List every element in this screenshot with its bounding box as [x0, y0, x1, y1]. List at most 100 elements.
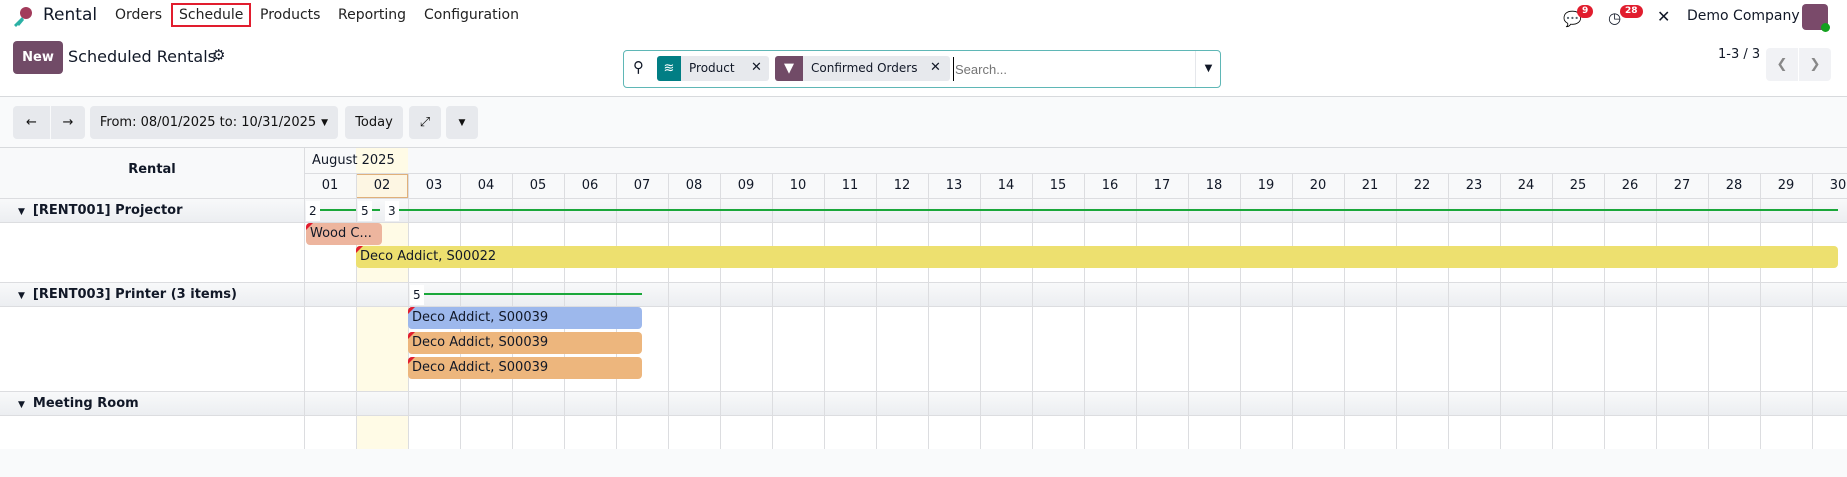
- group-row[interactable]: [0, 391, 1847, 416]
- row-header-title: Rental: [128, 162, 176, 177]
- day-header-02: 02: [373, 178, 391, 193]
- day-header-05: 05: [529, 178, 547, 193]
- day-header-09: 09: [737, 178, 755, 193]
- day-header-16: 16: [1101, 178, 1119, 193]
- day-header-17: 17: [1153, 178, 1171, 193]
- day-header-04: 04: [477, 178, 495, 193]
- grid-line: [356, 173, 357, 449]
- pager-next-button[interactable]: ❯: [1799, 48, 1831, 81]
- day-header-01: 01: [321, 178, 339, 193]
- grid-line: [824, 173, 825, 449]
- grid-line: [1032, 173, 1033, 449]
- rental-pill[interactable]: Deco Addict, S00039: [408, 307, 642, 329]
- availability-count: 3: [385, 201, 399, 221]
- search-options-toggle[interactable]: ▼: [1195, 51, 1221, 87]
- messages-badge: 9: [1577, 5, 1594, 18]
- day-header-08: 08: [685, 178, 703, 193]
- day-header-06: 06: [581, 178, 599, 193]
- grid-line: [980, 173, 981, 449]
- grid-line: [876, 173, 877, 449]
- pager-value[interactable]: 1-3 / 3: [1718, 47, 1760, 62]
- day-header-27: 27: [1673, 178, 1691, 193]
- month-label: August 2025: [312, 153, 395, 168]
- availability-count: 2: [306, 201, 320, 221]
- grid-line: [1396, 173, 1397, 449]
- availability-count: 5: [410, 285, 424, 305]
- search-icon[interactable]: ⚲: [633, 58, 644, 76]
- today-button[interactable]: Today: [345, 106, 403, 139]
- group-name: Meeting Room: [32, 396, 139, 411]
- grid-line: [772, 173, 773, 449]
- rental-pill[interactable]: Deco Addict, S00039: [408, 332, 642, 354]
- rental-pill[interactable]: Deco Addict, S00022: [356, 246, 1838, 268]
- tools-icon[interactable]: ✕: [1657, 7, 1670, 26]
- day-header-30: 30: [1829, 178, 1847, 193]
- grid-line: [1708, 173, 1709, 449]
- more-options-dropdown[interactable]: ▼: [446, 106, 478, 139]
- grid-line: [928, 173, 929, 449]
- menu-configuration[interactable]: Configuration: [424, 7, 519, 23]
- search-bar: ⚲ ≋ Product ✕ ▼ Confirmed Orders ✕ ▼: [623, 50, 1221, 88]
- day-header-25: 25: [1569, 178, 1587, 193]
- date-range-dropdown[interactable]: From: 08/01/2025 to: 10/31/2025 ▼: [90, 106, 338, 139]
- layers-icon: ≋: [657, 56, 681, 81]
- menu-products[interactable]: Products: [260, 7, 320, 23]
- grid-line: [1136, 173, 1137, 449]
- gantt-view: Rental August 2025 ▼ [RENT001] Projector ▼…: [0, 147, 1847, 449]
- menu-orders[interactable]: Orders: [115, 7, 162, 23]
- rental-pill[interactable]: Deco Addict, S00039: [408, 357, 642, 379]
- day-header-29: 29: [1777, 178, 1795, 193]
- next-period-button[interactable]: →: [51, 106, 85, 139]
- availability-line: [320, 209, 356, 211]
- day-header-26: 26: [1621, 178, 1639, 193]
- new-button[interactable]: New: [13, 41, 63, 74]
- online-status-icon: [1821, 23, 1830, 32]
- grid-line: [1656, 173, 1657, 449]
- facet-product: ≋ Product ✕: [657, 56, 769, 81]
- expand-icon[interactable]: ⤢: [409, 106, 441, 139]
- grid-line: [1188, 173, 1189, 449]
- grid-line: [1604, 173, 1605, 449]
- group-name: [RENT003] Printer (3 items): [32, 287, 237, 302]
- day-header-11: 11: [841, 178, 859, 193]
- day-header-18: 18: [1205, 178, 1223, 193]
- menu-reporting[interactable]: Reporting: [338, 7, 406, 23]
- grid-line: [1500, 173, 1501, 449]
- remove-facet-icon[interactable]: ✕: [930, 60, 941, 75]
- caret-down-icon: ▼: [18, 400, 25, 410]
- grid-line: [1552, 173, 1553, 449]
- group-row[interactable]: [0, 282, 1847, 307]
- grid-line: [1084, 173, 1085, 449]
- day-header-12: 12: [893, 178, 911, 193]
- app-name[interactable]: Rental: [43, 5, 97, 25]
- pager-previous-button[interactable]: ❮: [1766, 48, 1798, 81]
- remove-facet-icon[interactable]: ✕: [751, 60, 762, 75]
- gear-icon[interactable]: ⚙: [212, 46, 225, 64]
- previous-period-button[interactable]: ←: [13, 106, 50, 139]
- day-header-07: 07: [633, 178, 651, 193]
- day-header-19: 19: [1257, 178, 1275, 193]
- grid-line: [668, 173, 669, 449]
- menu-schedule[interactable]: Schedule: [171, 3, 252, 27]
- availability-count: 5: [358, 201, 372, 221]
- group-label[interactable]: ▼ [RENT001] Projector: [18, 203, 183, 218]
- grid-line: [1344, 173, 1345, 449]
- group-label[interactable]: ▼ [RENT003] Printer (3 items): [18, 287, 237, 302]
- caret-down-icon: ▼: [18, 291, 25, 301]
- day-header-24: 24: [1517, 178, 1535, 193]
- avatar[interactable]: [1802, 4, 1830, 32]
- grid-line: [720, 173, 721, 449]
- day-header-21: 21: [1361, 178, 1379, 193]
- filter-icon: ▼: [775, 56, 803, 81]
- company-switcher[interactable]: Demo Company: [1687, 8, 1800, 24]
- day-header-23: 23: [1465, 178, 1483, 193]
- group-label[interactable]: ▼ Meeting Room: [18, 396, 139, 411]
- day-header-14: 14: [997, 178, 1015, 193]
- control-panel: New Scheduled Rentals ⚙ ⚲ ≋ Product ✕ ▼ …: [0, 35, 1847, 97]
- rental-pill[interactable]: Wood C...: [306, 223, 382, 245]
- group-name: [RENT001] Projector: [32, 203, 183, 218]
- availability-line: [399, 209, 1838, 211]
- caret-down-icon: ▼: [18, 207, 25, 217]
- facet-label: Product: [689, 61, 735, 75]
- search-input[interactable]: [953, 57, 1193, 81]
